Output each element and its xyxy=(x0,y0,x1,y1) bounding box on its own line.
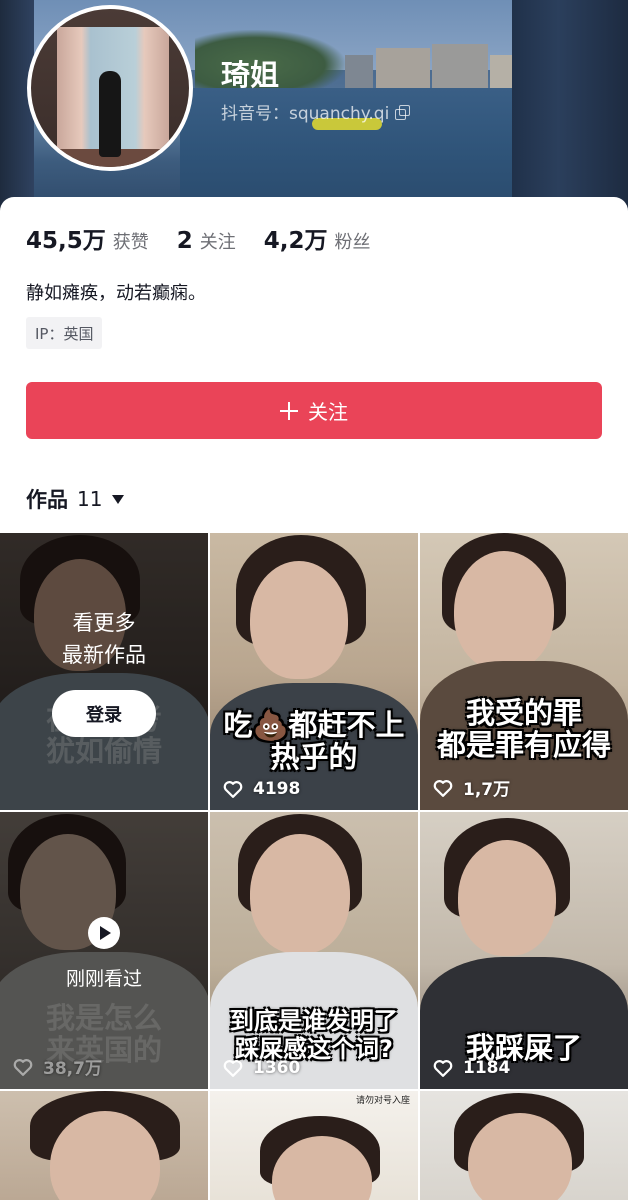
video-tile[interactable] xyxy=(420,1091,628,1200)
play-icon xyxy=(100,926,111,940)
login-button[interactable]: 登录 xyxy=(52,690,156,737)
works-tab-label: 作品 xyxy=(26,488,68,512)
follow-button[interactable]: 关注 xyxy=(26,382,602,439)
profile-name: 琦姐 xyxy=(221,58,280,92)
video-caption: 到底是谁发明了 踩屎感这个词? xyxy=(210,1007,418,1063)
caption-line-1: 吃💩都赶不上 xyxy=(223,708,405,742)
tile-dim-overlay xyxy=(0,812,208,1089)
banner-building xyxy=(376,48,430,88)
video-likes-count: 1,7万 xyxy=(463,780,511,800)
banner-building xyxy=(345,55,373,88)
video-grid: 在……考 犹如偷情 看更多 最新作品 登录 吃💩都赶不上 热乎的 4198 我受… xyxy=(0,533,628,1200)
video-tile[interactable]: 请勿对号入座 xyxy=(210,1091,418,1200)
profile-stats: 45,5万 获赞 2 关注 4,2万 粉丝 xyxy=(26,221,399,255)
copy-icon[interactable] xyxy=(395,104,411,120)
works-tab[interactable]: 作品 11 xyxy=(26,484,125,514)
thumbnail-face xyxy=(454,551,554,671)
caption-line-2: 热乎的 xyxy=(270,740,358,774)
thumbnail-face xyxy=(458,840,556,956)
thumbnail-face xyxy=(250,561,348,679)
caption-line-2: 都是罪有应得 xyxy=(436,728,611,762)
banner-building xyxy=(432,44,488,88)
profile-card: 45,5万 获赞 2 关注 4,2万 粉丝 静如瘫痪，动若癫痫。 IP：英国 关… xyxy=(0,197,628,533)
video-likes-count: 1184 xyxy=(463,1058,511,1078)
plus-icon xyxy=(280,401,298,420)
profile-banner: 琦姐 抖音号：squanchy.qi xyxy=(0,0,628,215)
tile-dim-overlay xyxy=(0,533,208,810)
video-likes: 1,7万 xyxy=(432,775,510,800)
avatar-figure xyxy=(99,71,121,157)
caption-line-1: 我受的罪 xyxy=(465,696,582,730)
thumbnail-face xyxy=(250,834,350,954)
stat-likes-value: 45,5万 xyxy=(26,228,106,254)
just-watched-label: 刚刚看过 xyxy=(65,968,142,990)
seat-notice-text: 请勿对号入座 xyxy=(355,1096,410,1106)
video-caption: 我受的罪 都是罪有应得 xyxy=(420,697,628,761)
follow-button-label: 关注 xyxy=(308,402,348,424)
video-tile[interactable]: 吃💩都赶不上 热乎的 4198 xyxy=(210,533,418,810)
stat-likes[interactable]: 45,5万 获赞 xyxy=(26,221,149,255)
ip-location-tag: IP：英国 xyxy=(26,317,103,349)
video-tile[interactable]: 在……考 犹如偷情 看更多 最新作品 登录 xyxy=(0,533,208,810)
avatar[interactable] xyxy=(27,5,193,171)
video-likes: 4198 xyxy=(222,778,300,800)
banner-pillar-right xyxy=(512,0,628,215)
caret-down-icon[interactable] xyxy=(112,494,125,504)
video-likes: 38,7万 xyxy=(12,1054,102,1079)
caption-line-1: 到底是谁发明了 xyxy=(230,1007,398,1035)
video-likes-count: 4198 xyxy=(253,779,301,799)
more-works-line-2: 最新作品 xyxy=(62,643,146,667)
heart-icon xyxy=(223,781,243,798)
stat-following-value: 2 xyxy=(176,228,193,254)
video-tile[interactable]: 我踩屎了 1184 xyxy=(420,812,628,1089)
video-likes-count: 38,7万 xyxy=(43,1059,102,1079)
heart-icon xyxy=(223,1060,243,1077)
heart-icon xyxy=(13,1058,33,1076)
video-likes: 1360 xyxy=(222,1057,300,1079)
video-tile[interactable] xyxy=(0,1091,208,1200)
banner-building xyxy=(490,55,514,88)
stat-likes-label: 获赞 xyxy=(112,232,149,253)
stat-followers-value: 4,2万 xyxy=(263,228,328,254)
works-tab-count: 11 xyxy=(77,487,103,511)
video-tile[interactable]: 我受的罪 都是罪有应得 1,7万 xyxy=(420,533,628,810)
stat-following-label: 关注 xyxy=(199,232,236,253)
heart-icon xyxy=(433,779,453,797)
video-likes-count: 1360 xyxy=(253,1058,301,1078)
profile-handle-row[interactable]: 抖音号：squanchy.qi xyxy=(221,99,411,124)
stat-followers[interactable]: 4,2万 粉丝 xyxy=(264,221,371,255)
video-caption: 吃💩都赶不上 热乎的 xyxy=(210,709,418,773)
video-likes: 1184 xyxy=(432,1057,510,1079)
more-works-line-1: 看更多 xyxy=(72,611,136,635)
video-tile[interactable]: 我是怎么 来英国的 刚刚看过 38,7万 xyxy=(0,812,208,1089)
stat-followers-label: 粉丝 xyxy=(334,232,371,253)
more-works-prompt: 看更多 最新作品 xyxy=(0,607,208,671)
stat-following[interactable]: 2 关注 xyxy=(177,228,236,254)
profile-bio: 静如瘫痪，动若癫痫。 xyxy=(26,283,206,304)
profile-handle: 抖音号：squanchy.qi xyxy=(221,104,390,124)
heart-icon xyxy=(433,1060,453,1077)
video-tile[interactable]: 到底是谁发明了 踩屎感这个词? 1360 xyxy=(210,812,418,1089)
play-button[interactable] xyxy=(88,917,120,949)
